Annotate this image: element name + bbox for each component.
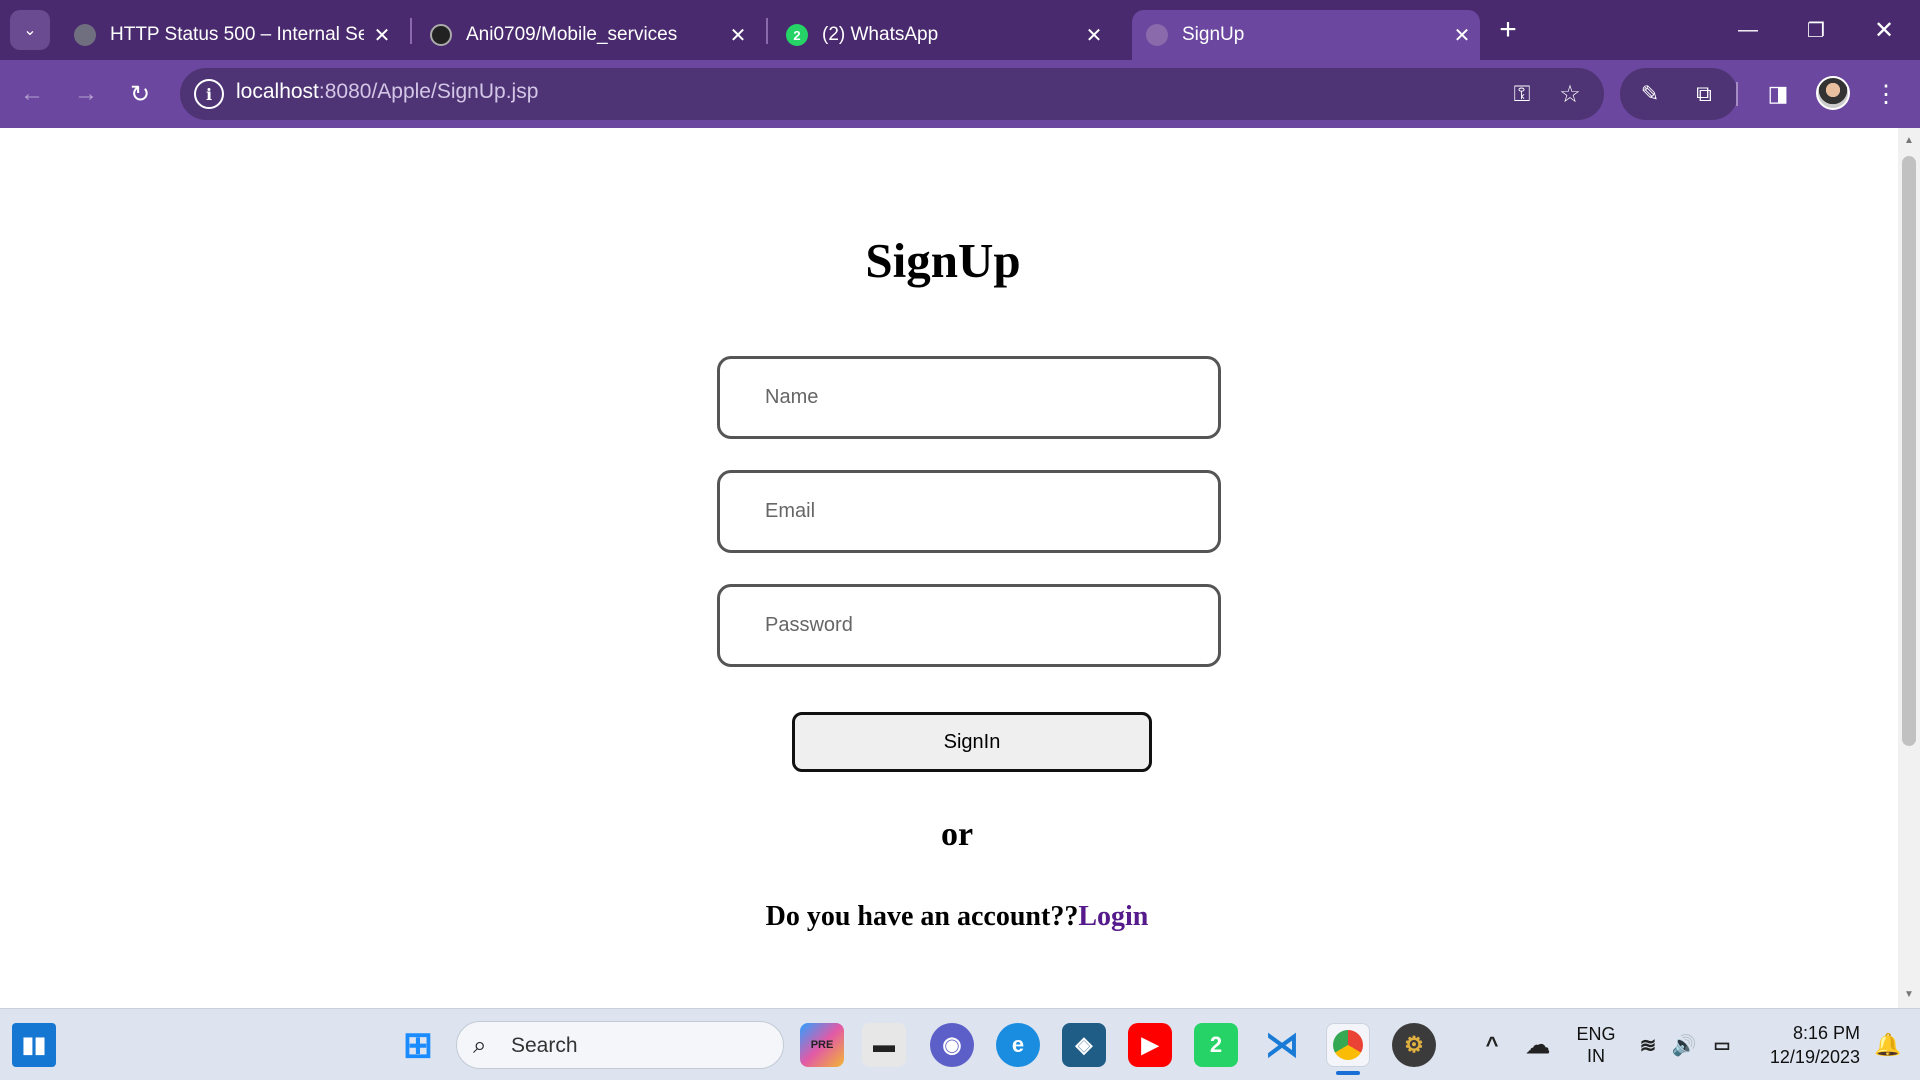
- region-code: IN: [1587, 1046, 1605, 1066]
- restore-icon: ❐: [1807, 19, 1825, 42]
- reload-button[interactable]: ↻: [118, 72, 162, 116]
- browser-toolbar: ← → ↻ i localhost:8080/Apple/SignUp.jsp …: [0, 60, 1920, 128]
- url-host: localhost: [236, 80, 319, 103]
- tab-title: Ani0709/Mobile_services: [466, 24, 678, 45]
- restore-button[interactable]: ❐: [1786, 8, 1846, 52]
- search-label: Search: [511, 1034, 578, 1057]
- wifi-icon[interactable]: ≋: [1630, 1023, 1666, 1067]
- reload-icon: ↻: [129, 80, 151, 108]
- active-app-indicator: [1336, 1071, 1360, 1075]
- chevron-down-icon: ⌄: [23, 22, 37, 39]
- toolbar-divider: [1736, 82, 1738, 106]
- account-prompt-text: Do you have an account??: [765, 901, 1079, 932]
- page-title: SignUp: [865, 233, 1021, 288]
- volume-icon[interactable]: 🔊: [1666, 1023, 1702, 1067]
- side-panel-icon[interactable]: ◨: [1756, 72, 1800, 116]
- extensions-group: ✎ ⧉: [1620, 68, 1738, 120]
- scroll-thumb[interactable]: [1902, 156, 1916, 746]
- clock-time: 8:16 PM: [1792, 1023, 1860, 1043]
- whatsapp-icon[interactable]: 2: [1194, 1023, 1238, 1067]
- password-key-icon[interactable]: ⚿: [1500, 72, 1544, 116]
- tab-title: HTTP Status 500 – Internal Server Error: [110, 24, 364, 45]
- chrome-icon[interactable]: [1326, 1023, 1370, 1067]
- tab-search-button[interactable]: ⌄: [10, 10, 50, 50]
- search-icon: ⌕: [473, 1032, 487, 1059]
- battery-icon[interactable]: ▭: [1704, 1023, 1740, 1067]
- site-info-icon[interactable]: i: [194, 79, 224, 109]
- extensions-puzzle-icon[interactable]: ⧉: [1682, 72, 1726, 116]
- notification-count: 2: [1209, 1032, 1223, 1057]
- bookmark-star-icon[interactable]: ☆: [1548, 72, 1592, 116]
- email-input[interactable]: [717, 470, 1221, 553]
- tab-separator: [766, 18, 768, 44]
- chevron-up-icon[interactable]: ^: [1470, 1023, 1514, 1067]
- close-icon[interactable]: ✕: [720, 23, 756, 48]
- vscode-icon[interactable]: ⋊: [1260, 1023, 1304, 1067]
- widgets-icon[interactable]: ▮▮: [12, 1023, 56, 1067]
- login-link[interactable]: Login: [1078, 901, 1148, 932]
- youtube-icon[interactable]: ▶: [1128, 1023, 1172, 1067]
- tab-whatsapp[interactable]: 2 (2) WhatsApp ✕: [772, 10, 1112, 60]
- tab-separator: [410, 18, 412, 44]
- minimize-button[interactable]: —: [1718, 8, 1778, 52]
- globe-icon: [74, 24, 96, 46]
- close-icon: ✕: [1873, 16, 1895, 44]
- windows-taskbar: ▮▮ ⊞ ⌕ Search PRE ▬ ◉ e ◈ ▶ 2 ⋊ ⚙ ^ ☁ EN…: [0, 1008, 1920, 1080]
- taskbar-search[interactable]: ⌕ Search: [456, 1021, 784, 1069]
- tab-title: (2) WhatsApp: [822, 24, 939, 45]
- notification-count: 2: [793, 27, 801, 43]
- signin-button[interactable]: SignIn: [792, 712, 1152, 772]
- close-icon[interactable]: ✕: [1444, 23, 1480, 48]
- edge-icon[interactable]: e: [996, 1023, 1040, 1067]
- password-input[interactable]: [717, 584, 1221, 667]
- tab-title: SignUp: [1182, 24, 1245, 45]
- account-prompt: Do you have an account??Login: [0, 901, 1914, 933]
- scroll-down-arrow-icon[interactable]: ▼: [1898, 986, 1920, 1004]
- github-icon: [430, 24, 452, 46]
- chat-icon[interactable]: ◉: [930, 1023, 974, 1067]
- cloud-icon[interactable]: ☁: [1516, 1023, 1560, 1067]
- page-scrollbar[interactable]: ▲ ▼: [1898, 128, 1920, 1008]
- clock[interactable]: 8:16 PM 12/19/2023: [1756, 1021, 1860, 1069]
- start-windows-icon[interactable]: ⊞: [396, 1023, 440, 1067]
- url-text[interactable]: localhost:8080/Apple/SignUp.jsp: [236, 80, 538, 104]
- tab-http-status[interactable]: HTTP Status 500 – Internal Server Error …: [60, 10, 400, 60]
- scroll-up-arrow-icon[interactable]: ▲: [1898, 132, 1920, 150]
- tab-strip: ⌄ HTTP Status 500 – Internal Server Erro…: [0, 0, 1920, 60]
- page-content: SignUp SignIn or Do you have an account?…: [0, 128, 1898, 1008]
- url-path: :8080/Apple/SignUp.jsp: [318, 80, 539, 103]
- tab-github[interactable]: Ani0709/Mobile_services ✕: [416, 10, 756, 60]
- or-separator: or: [940, 816, 974, 853]
- language-code: ENG: [1576, 1024, 1616, 1044]
- chrome-logo: [1333, 1030, 1363, 1060]
- close-window-button[interactable]: ✕: [1854, 8, 1914, 52]
- forward-button[interactable]: →: [64, 72, 108, 116]
- arrow-right-icon: →: [74, 80, 98, 107]
- name-input[interactable]: [717, 356, 1221, 439]
- mysql-workbench-icon[interactable]: ◈: [1062, 1023, 1106, 1067]
- close-icon[interactable]: ✕: [364, 23, 400, 48]
- profile-avatar[interactable]: [1816, 76, 1850, 110]
- back-button[interactable]: ←: [10, 72, 54, 116]
- notification-bell-icon[interactable]: 🔔: [1870, 1023, 1906, 1067]
- new-tab-button[interactable]: +: [1480, 8, 1536, 52]
- menu-kebab-icon[interactable]: ⋮: [1864, 72, 1908, 116]
- arrow-left-icon: ←: [20, 80, 44, 107]
- language-indicator[interactable]: ENG IN: [1574, 1023, 1618, 1067]
- file-explorer-icon[interactable]: ▬: [862, 1023, 906, 1067]
- plus-icon: +: [1499, 13, 1517, 46]
- minimize-icon: —: [1738, 18, 1758, 41]
- whatsapp-icon: 2: [786, 24, 808, 46]
- clock-date: 12/19/2023: [1769, 1047, 1860, 1067]
- close-icon[interactable]: ✕: [1076, 23, 1112, 48]
- eyedropper-icon[interactable]: ✎: [1628, 72, 1672, 116]
- globe-icon: [1146, 24, 1168, 46]
- tab-signup[interactable]: SignUp ✕: [1132, 10, 1480, 60]
- app-gear-icon[interactable]: ⚙: [1392, 1023, 1436, 1067]
- address-bar[interactable]: i localhost:8080/Apple/SignUp.jsp ⚿ ☆: [180, 68, 1604, 120]
- copilot-icon[interactable]: PRE: [800, 1023, 844, 1067]
